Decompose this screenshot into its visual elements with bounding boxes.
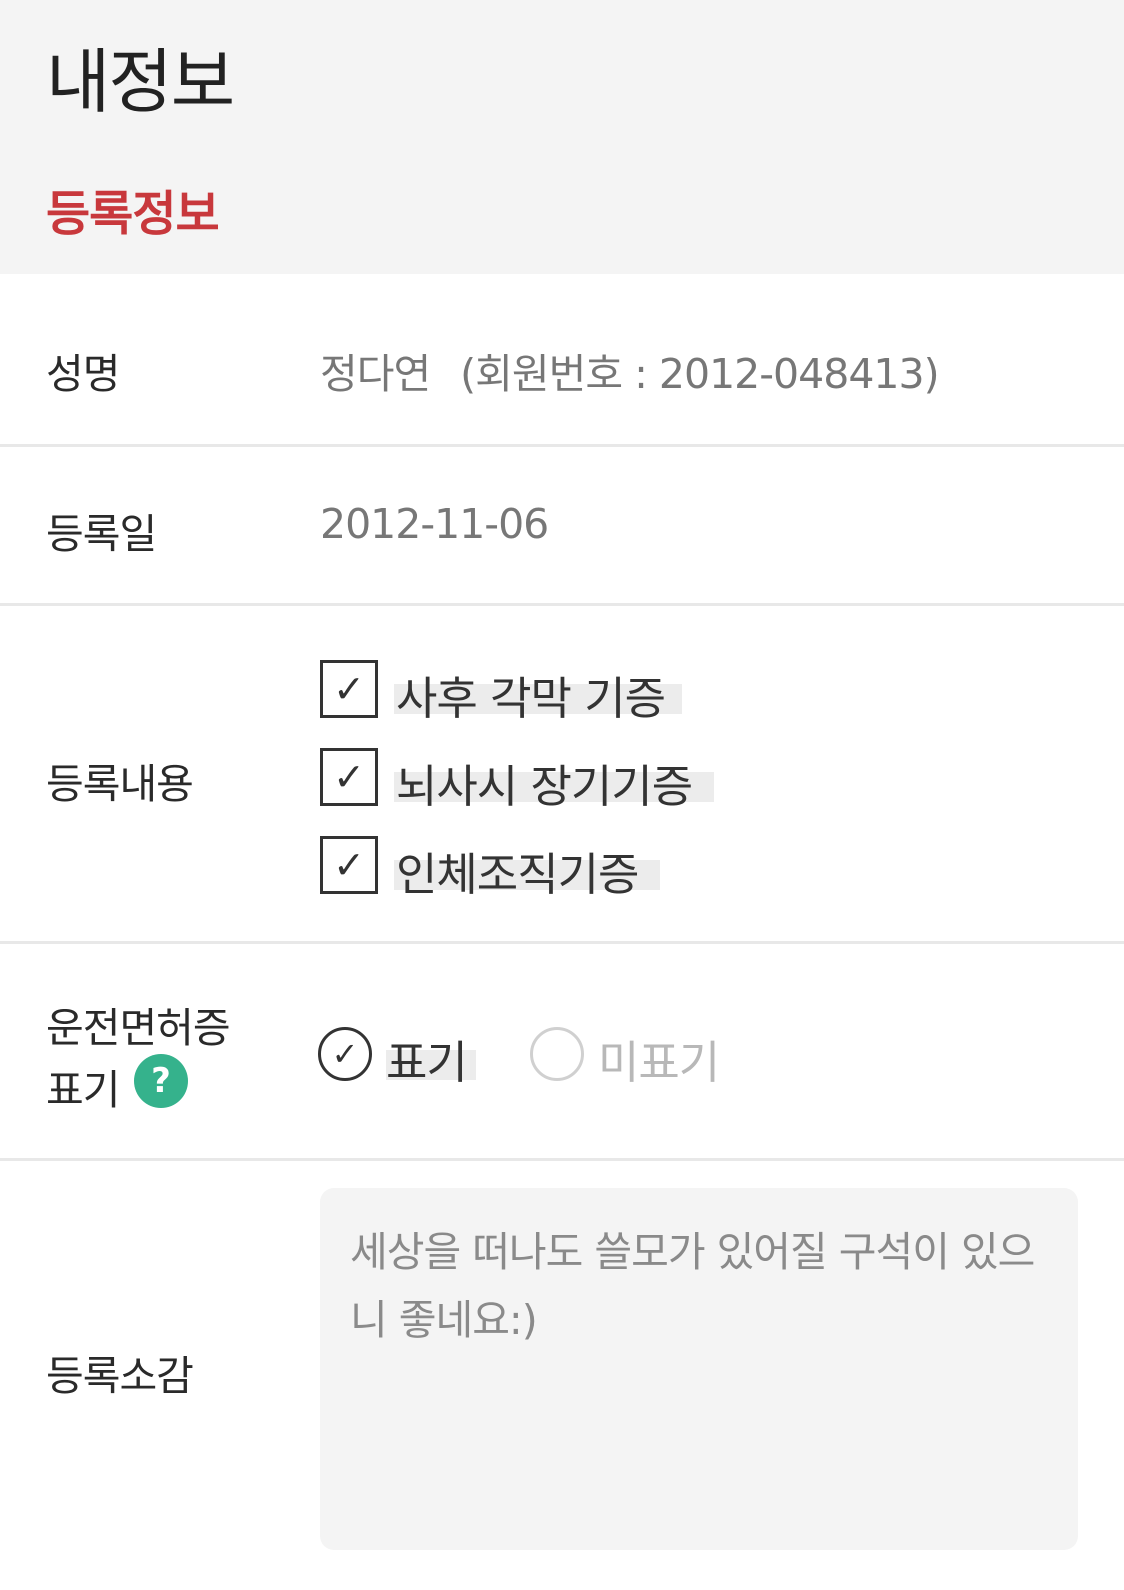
section-title: 등록정보	[46, 186, 220, 242]
checkbox-label: 사후 각막 기증	[396, 672, 666, 725]
checkbox-organ[interactable]: ✓	[320, 748, 378, 806]
divider	[0, 444, 1124, 447]
checkbox-cornea[interactable]: ✓	[320, 660, 378, 718]
radio-label-display[interactable]: 표기	[386, 1026, 468, 1091]
registration-comment-field[interactable]: 세상을 떠나도 쓸모가 있어질 구석이 있으니 좋네요:)	[320, 1188, 1078, 1550]
divider	[0, 941, 1124, 944]
divider	[0, 603, 1124, 606]
checkbox-label: 인체조직기증	[396, 848, 639, 901]
radio-display[interactable]: ✓	[318, 1027, 372, 1081]
license-label-line1: 운전면허증	[46, 1004, 231, 1052]
check-icon: ✓	[333, 755, 365, 799]
radio-label-no-display[interactable]: 미표기	[598, 1026, 720, 1091]
page-header: 내정보 등록정보	[0, 0, 1124, 274]
check-icon: ✓	[333, 843, 365, 887]
radio-no-display[interactable]	[530, 1027, 584, 1081]
registration-date-label: 등록일	[46, 510, 157, 558]
my-info-page: 내정보 등록정보 성명 정다연 (회원번호 : 2012-048413) 등록일 …	[0, 0, 1124, 1590]
divider	[0, 1158, 1124, 1161]
checkbox-label: 뇌사시 장기기증	[396, 760, 693, 813]
question-icon[interactable]: ?	[134, 1054, 188, 1108]
name-label: 성명	[46, 350, 120, 398]
page-title: 내정보	[46, 41, 235, 123]
checkbox-tissue[interactable]: ✓	[320, 836, 378, 894]
check-icon: ✓	[333, 667, 365, 711]
member-name: 정다연	[320, 350, 431, 398]
registration-comment-label: 등록소감	[46, 1352, 194, 1400]
check-icon: ✓	[331, 1035, 359, 1073]
registration-date-value: 2012-11-06	[320, 500, 549, 548]
member-number: (회원번호 : 2012-048413)	[460, 350, 939, 398]
license-label-line2: 표기	[46, 1066, 120, 1114]
name-value: 정다연 (회원번호 : 2012-048413)	[320, 340, 940, 400]
registration-content-label: 등록내용	[46, 760, 194, 808]
